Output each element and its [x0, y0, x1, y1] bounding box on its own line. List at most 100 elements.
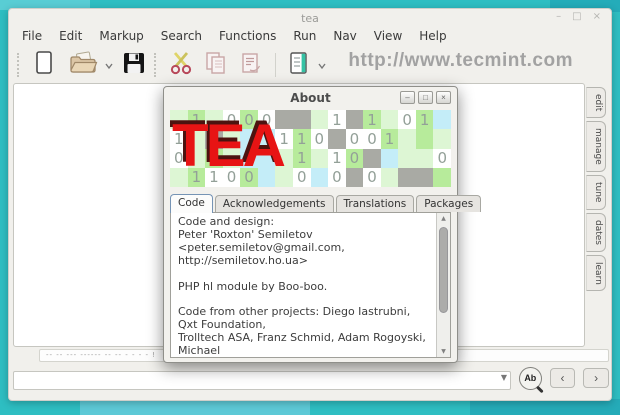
mosaic-cell: 0 [398, 110, 416, 129]
mosaic-cell: 0 [311, 129, 329, 148]
maximize-button[interactable]: □ [572, 11, 581, 22]
menu-help[interactable]: Help [419, 29, 446, 43]
about-tab-code[interactable]: Code [170, 194, 213, 213]
new-file-button[interactable] [29, 49, 59, 80]
side-tab-tune[interactable]: tune [586, 175, 606, 209]
about-tabs: CodeAcknowledgementsTranslationsPackages [170, 193, 451, 212]
mosaic-cell: 0 [293, 168, 311, 187]
mosaic-cell [416, 129, 434, 148]
mosaic-cell: 1 [381, 129, 399, 148]
about-dialog: About – □ × 1000110111100010111001100000… [163, 86, 458, 363]
mosaic-cell: 0 [346, 129, 364, 148]
mosaic-cell [363, 149, 381, 168]
side-tab-panel: edit manage tune dates learn [586, 87, 612, 291]
side-tab-edit[interactable]: edit [586, 87, 606, 118]
wallpaper-patch [80, 399, 310, 415]
menu-markup[interactable]: Markup [99, 29, 143, 43]
desktop-background: tea – □ × File Edit Markup Search Functions R… [0, 0, 620, 415]
mosaic-cell [328, 129, 346, 148]
scroll-up-icon[interactable]: ▲ [437, 215, 450, 222]
copy-button[interactable] [201, 49, 231, 80]
mosaic-cell: 1 [293, 129, 311, 148]
mosaic-cell [311, 168, 329, 187]
close-button[interactable]: × [593, 11, 601, 22]
open-folder-icon [68, 50, 98, 79]
notes-button[interactable] [285, 49, 315, 80]
paste-button[interactable] [236, 49, 266, 80]
save-button[interactable] [119, 49, 149, 80]
window-titlebar[interactable]: tea – □ × [9, 9, 611, 26]
menu-file[interactable]: File [22, 29, 42, 43]
mosaic-cell: 0 [363, 129, 381, 148]
mosaic-cell: 1 [328, 110, 346, 129]
wallpaper-patch [470, 399, 620, 415]
about-text-area[interactable]: Code and design: Peter 'Roxton' Semileto… [170, 212, 451, 358]
about-tab-packages[interactable]: Packages [416, 195, 481, 212]
scrollbar[interactable]: ▲ ▼ [436, 213, 450, 357]
mosaic-cell: 1 [363, 110, 381, 129]
mosaic-cell: 0 [346, 149, 364, 168]
cut-scissors-icon [167, 50, 195, 79]
find-button[interactable]: Ab [519, 367, 542, 390]
mosaic-cell [381, 110, 399, 129]
mosaic-cell [398, 129, 416, 148]
open-file-button[interactable] [64, 49, 102, 80]
menu-bar: File Edit Markup Search Functions Run Nav View H… [9, 26, 611, 46]
credits-text: Code and design: Peter 'Roxton' Semileto… [171, 213, 450, 358]
save-floppy-icon [121, 50, 147, 79]
find-magnifier-icon: Ab [524, 373, 536, 383]
mosaic-cell [433, 110, 451, 129]
side-tab-learn[interactable]: learn [586, 255, 606, 292]
search-bar: ▼ Ab ‹ › [13, 366, 609, 390]
mosaic-cell [346, 168, 364, 187]
mosaic-cell [416, 149, 434, 168]
new-file-icon [32, 50, 56, 79]
dialog-minimize-button[interactable]: – [400, 91, 415, 104]
about-dialog-titlebar[interactable]: About – □ × [164, 87, 457, 109]
scrollbar-thumb[interactable] [439, 227, 448, 313]
notes-dropdown-chevron-icon[interactable] [317, 55, 327, 74]
toolbar: http://www.tecmint.com [9, 46, 611, 83]
mosaic-cell [346, 110, 364, 129]
status-text: -- -- --- ------ -- -- - - - - ! [46, 351, 156, 359]
menu-search[interactable]: Search [161, 29, 202, 43]
copy-pages-icon [203, 50, 229, 79]
open-dropdown-chevron-icon[interactable] [104, 55, 114, 74]
about-tab-acknowledgements[interactable]: Acknowledgements [215, 195, 334, 212]
menu-edit[interactable]: Edit [59, 29, 82, 43]
search-dropdown-chevron-icon[interactable]: ▼ [501, 373, 507, 382]
toolbar-separator [275, 53, 276, 77]
window-title: tea [9, 12, 611, 25]
tea-logo-text: TEA [172, 112, 283, 180]
side-tab-dates[interactable]: dates [586, 213, 606, 252]
minimize-button[interactable]: – [556, 11, 561, 22]
about-tab-translations[interactable]: Translations [336, 195, 415, 212]
toolbar-drag-handle[interactable] [154, 53, 158, 77]
dialog-close-button[interactable]: × [436, 91, 451, 104]
toolbar-drag-handle[interactable] [17, 53, 21, 77]
mosaic-cell: 1 [293, 149, 311, 168]
side-tab-manage[interactable]: manage [586, 121, 606, 172]
menu-view[interactable]: View [374, 29, 402, 43]
cut-button[interactable] [166, 49, 196, 80]
tea-logo-banner: 1000110111100010111001100000 TEA [170, 110, 451, 187]
mosaic-cell [416, 168, 434, 187]
dialog-maximize-button[interactable]: □ [418, 91, 433, 104]
menu-nav[interactable]: Nav [333, 29, 356, 43]
tecmint-watermark: http://www.tecmint.com [348, 50, 573, 72]
mosaic-cell [381, 168, 399, 187]
notes-icon [287, 50, 313, 79]
find-previous-button[interactable]: ‹ [550, 368, 576, 388]
mosaic-cell [293, 110, 311, 129]
menu-functions[interactable]: Functions [219, 29, 276, 43]
mosaic-cell: 0 [433, 149, 451, 168]
find-next-button[interactable]: › [583, 368, 609, 388]
scroll-down-icon[interactable]: ▼ [437, 348, 450, 355]
search-combo: ▼ [13, 369, 511, 388]
mosaic-cell: 0 [328, 168, 346, 187]
mosaic-cell [311, 110, 329, 129]
menu-run[interactable]: Run [293, 29, 316, 43]
search-input[interactable] [13, 371, 511, 390]
paste-page-icon [238, 50, 264, 79]
mosaic-cell [398, 149, 416, 168]
